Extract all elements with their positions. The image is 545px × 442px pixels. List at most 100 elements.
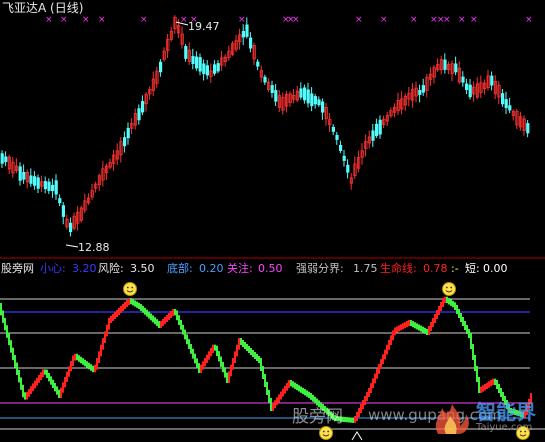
lifeline-segment [166, 315, 168, 322]
candle-body [274, 90, 278, 102]
lifeline-segment [126, 300, 128, 307]
candle-body [29, 175, 33, 184]
lifeline-segment [470, 333, 472, 349]
bottom-label: 底部: [167, 262, 193, 275]
triangle-marker [351, 431, 363, 441]
lifeline-segment [376, 368, 378, 379]
lifeline-segment [410, 320, 412, 327]
candle-body [58, 198, 62, 204]
stock-chart[interactable]: × × × × × × × × ××× × × × × ×× × × ×19.4712.88 [0, 0, 545, 442]
candle-body [418, 90, 422, 95]
candle-body [256, 61, 260, 67]
top-warning-smiley-icon-eye [131, 286, 134, 289]
lifeline-segment [92, 365, 94, 373]
lifeline-segment [42, 369, 44, 378]
candle-body [158, 61, 163, 73]
lifeline-segment [220, 356, 222, 367]
lifeline-segment [162, 319, 164, 326]
candle-body [443, 59, 447, 70]
lifeline-segment [194, 353, 196, 364]
lifeline-segment [490, 380, 492, 387]
candle-body [338, 145, 343, 152]
lifeline-segment [0, 303, 2, 316]
lifeline-segment [12, 347, 14, 361]
lifeline-segment [86, 361, 88, 368]
lifeline-segment [224, 367, 226, 378]
lifeline-segment [230, 364, 232, 377]
lifeline-segment [206, 354, 208, 363]
lifeline-segment [146, 309, 148, 317]
lifeline-segment [132, 299, 134, 306]
candle-body [461, 76, 465, 83]
bottom-value: 0.20 [199, 262, 224, 275]
candle-body [464, 83, 469, 91]
candle-body [378, 119, 382, 135]
lifeline-segment [212, 344, 214, 353]
lifeline-segment [302, 387, 304, 395]
lifeline-segment [288, 380, 290, 388]
candle-body [342, 155, 346, 161]
caution-value: 3.20 [72, 262, 97, 275]
strength-divider-value: 1.75 [353, 262, 378, 275]
lifeline-segment [312, 394, 314, 402]
lifeline-segment [420, 325, 422, 332]
lifeline-segment [82, 358, 84, 365]
risk-value: 3.50 [130, 262, 155, 275]
lifeline-segment [198, 363, 200, 373]
lifeline-segment [66, 371, 68, 382]
lifeline-segment [446, 296, 448, 304]
lifeline-segment [26, 391, 28, 400]
lifeline-segment [160, 321, 162, 328]
lifeline-segment [124, 302, 126, 309]
lifeline-segment [452, 300, 454, 308]
lifeline-segment [246, 344, 248, 351]
indicator-name: 股旁网 [1, 262, 34, 275]
lifeline-segment [216, 345, 218, 357]
lifeline-segment [240, 338, 242, 345]
lifeline-segment [54, 383, 56, 392]
lifeline-segment [44, 369, 46, 375]
lifeline-segment [394, 327, 396, 336]
separator-label: :- [451, 262, 459, 275]
signal-marker: × [443, 15, 451, 25]
lifeline-segment [112, 314, 114, 321]
signal-marker: × [458, 15, 466, 25]
lifeline-segment [498, 384, 500, 393]
lifeline-segment [90, 364, 92, 371]
lifeline-segment [84, 359, 86, 367]
lifeline-segment [182, 324, 184, 335]
lifeline-segment [142, 305, 144, 313]
lifeline-segment [392, 330, 394, 341]
lifeline-segment [38, 375, 40, 383]
candle-body [299, 88, 303, 98]
candle-body [310, 93, 314, 107]
signal-marker: × [98, 15, 106, 25]
lifeline-segment [248, 346, 250, 353]
lifeline-segment [450, 299, 452, 306]
lifeline-segment [426, 328, 428, 335]
lifeline-segment [2, 310, 4, 323]
short-label: 短: [465, 262, 480, 275]
signal-marker: × [410, 15, 418, 25]
lifeline-segment [20, 377, 22, 390]
lifeline-segment [8, 332, 10, 346]
caution-label: 小心: [40, 262, 66, 275]
candle-body [302, 87, 307, 101]
lifeline-segment [478, 377, 480, 393]
lifeline-segment [172, 309, 174, 316]
lifeline-segment [460, 313, 462, 322]
lifeline-segment [118, 308, 120, 315]
lifeline-segment [270, 398, 272, 411]
lifeline-segment [158, 321, 160, 328]
lifeline-segment [238, 338, 240, 350]
signal-marker: × [140, 15, 148, 25]
candle-body [184, 46, 188, 59]
signal-marker: × [355, 15, 363, 25]
lifeline-segment [218, 351, 220, 362]
lifeline-segment [422, 326, 424, 333]
candle-body [69, 222, 73, 233]
lifeline-segment [360, 404, 362, 413]
lifeline-segment [442, 298, 444, 307]
lifeline-segment [414, 322, 416, 329]
lifeline-segment [400, 324, 402, 331]
